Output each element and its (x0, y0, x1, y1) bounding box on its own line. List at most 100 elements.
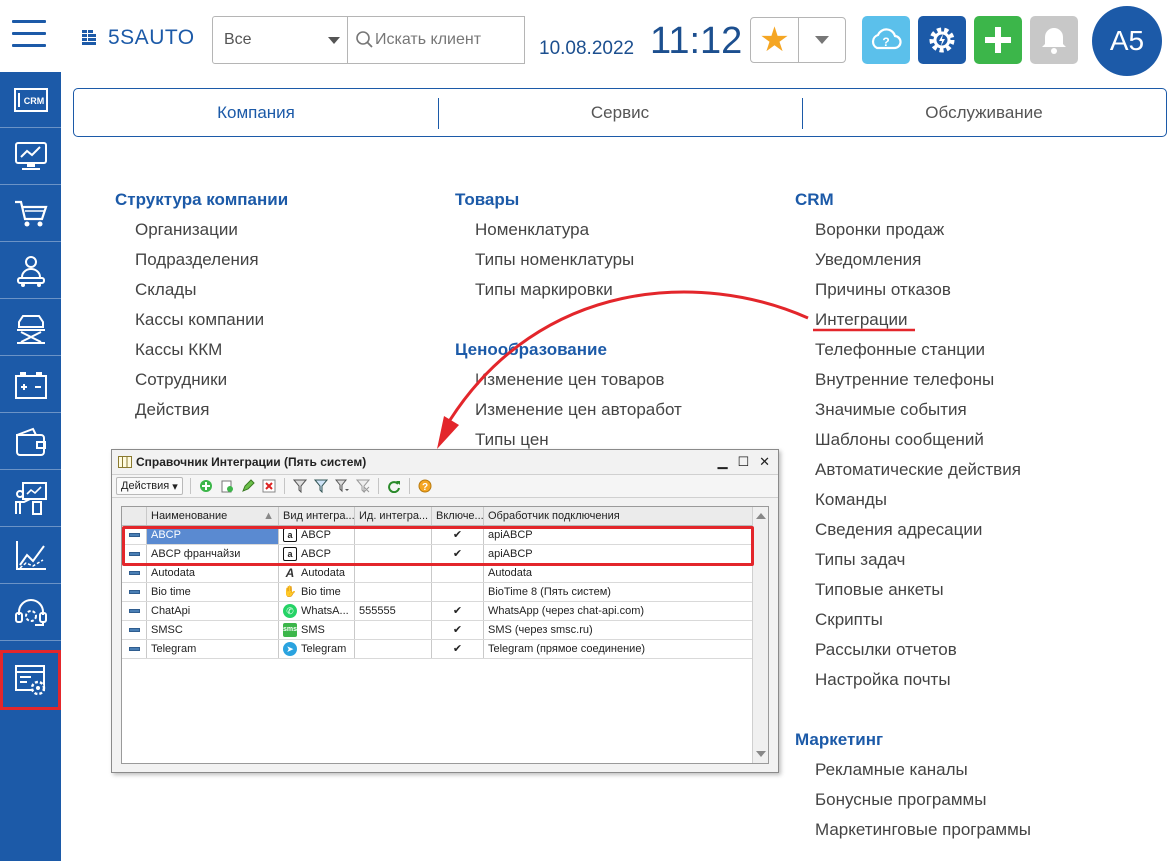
filter-value-icon[interactable] (313, 478, 329, 494)
menu-link[interactable]: Маркетинговые программы (795, 820, 1031, 850)
favorites-dropdown[interactable] (799, 18, 845, 62)
sidebar-item-crm[interactable]: CRM (0, 72, 61, 128)
menu-link[interactable]: Шаблоны сообщений (795, 430, 1031, 460)
filter-list-icon[interactable] (292, 478, 308, 494)
menu-link[interactable]: Номенклатура (455, 220, 682, 250)
star-icon[interactable]: ★ (751, 18, 799, 62)
filter-select[interactable]: Все (212, 16, 348, 64)
menu-link[interactable]: Типы номенклатуры (455, 250, 682, 280)
menu-link[interactable]: Изменение цен товаров (455, 370, 682, 400)
settings-button[interactable] (918, 16, 966, 64)
column-header[interactable]: Вид интегра... (279, 507, 355, 525)
main-menu-button[interactable] (12, 20, 46, 48)
filter-menu-icon[interactable] (334, 478, 350, 494)
close-icon[interactable]: ✕ (759, 454, 770, 470)
clear-filter-icon[interactable] (355, 478, 371, 494)
menu-link[interactable]: Типы задач (795, 550, 1031, 580)
sidebar-item-parts[interactable] (0, 357, 61, 413)
column-header[interactable]: Ид. интегра... (355, 507, 432, 525)
menu-column-crm: CRM Воронки продаж Уведомления Причины о… (795, 190, 1031, 850)
menu-link[interactable]: Организации (115, 220, 288, 250)
sidebar-item-dashboard[interactable] (0, 129, 61, 185)
table-row[interactable]: Telegram ➤ Telegram ✔ Telegram (прямое с… (122, 640, 768, 659)
add-button[interactable] (974, 16, 1022, 64)
menu-link[interactable]: Телефонные станции (795, 340, 1031, 370)
menu-link[interactable]: Причины отказов (795, 280, 1031, 310)
sidebar-item-lift[interactable] (0, 300, 61, 356)
sidebar-item-support[interactable] (0, 585, 61, 641)
menu-link-integrations[interactable]: Интеграции (795, 310, 1031, 340)
search-icon (356, 31, 373, 48)
menu-link[interactable]: Рассылки отчетов (795, 640, 1031, 670)
app-logo[interactable]: 5SAUTO (82, 26, 195, 50)
tab-service[interactable]: Сервис (438, 89, 802, 136)
menu-link[interactable]: Подразделения (115, 250, 288, 280)
menu-link[interactable]: Типовые анкеты (795, 580, 1031, 610)
table-header: Наименование ▲ Вид интегра... Ид. интегра… (122, 507, 768, 526)
table-row[interactable]: SMSC sms SMS ✔ SMS (через smsc.ru) (122, 621, 768, 640)
copy-icon[interactable] (219, 478, 235, 494)
menu-link[interactable]: Сотрудники (115, 370, 288, 400)
notifications-button[interactable] (1030, 16, 1078, 64)
logo-icon (82, 30, 96, 45)
column-header[interactable]: Наименование ▲ (147, 507, 279, 525)
refresh-icon[interactable] (386, 478, 402, 494)
chart-line-icon (15, 540, 46, 570)
tab-company[interactable]: Компания (74, 89, 438, 136)
edit-icon[interactable] (240, 478, 256, 494)
user-avatar[interactable]: A5 (1092, 6, 1162, 76)
row-name: Telegram (147, 640, 279, 658)
row-marker (122, 602, 147, 620)
tab-maintenance[interactable]: Обслуживание (802, 89, 1166, 136)
scroll-down-icon[interactable] (756, 751, 766, 757)
menu-link[interactable]: Воронки продаж (795, 220, 1031, 250)
actions-menu-button[interactable]: Действия ▾ (116, 477, 183, 495)
vertical-scrollbar[interactable] (752, 507, 768, 763)
table-row[interactable]: Bio time ✋ Bio time BioTime 8 (Пять сист… (122, 583, 768, 602)
menu-link[interactable]: Склады (115, 280, 288, 310)
menu-link[interactable]: Настройка почты (795, 670, 1031, 700)
scroll-up-icon[interactable] (756, 513, 766, 519)
search-input[interactable] (375, 31, 515, 49)
menu-link[interactable]: Кассы компании (115, 310, 288, 340)
help-button[interactable]: ? (862, 16, 910, 64)
client-search[interactable] (347, 16, 525, 64)
minimize-icon[interactable]: ▁ (717, 454, 727, 470)
menu-link[interactable]: Внутренние телефоны (795, 370, 1031, 400)
sidebar-item-sales[interactable] (0, 186, 61, 242)
delete-icon[interactable] (261, 478, 277, 494)
add-icon[interactable] (198, 478, 214, 494)
menu-link[interactable]: Бонусные программы (795, 790, 1031, 820)
table-row[interactable]: Autodata A Autodata Autodata (122, 564, 768, 583)
menu-link[interactable]: Уведомления (795, 250, 1031, 280)
row-id (355, 640, 432, 658)
svg-text:CRM: CRM (23, 96, 44, 106)
row-enabled: ✔ (432, 602, 484, 620)
menu-link[interactable]: Действия (115, 400, 288, 430)
current-date: 10.08.2022 (539, 38, 635, 59)
menu-link[interactable]: Скрипты (795, 610, 1031, 640)
favorites-button[interactable]: ★ (750, 17, 846, 63)
column-header[interactable]: Включе... (432, 507, 484, 525)
menu-column-structure: Структура компании Организации Подраздел… (115, 190, 288, 430)
menu-link[interactable]: Сведения адресации (795, 520, 1031, 550)
svg-text:?: ? (882, 35, 889, 49)
table-row[interactable]: ChatApi ✆ WhatsA... 555555 ✔ WhatsApp (ч… (122, 602, 768, 621)
sidebar-item-settings[interactable] (0, 650, 61, 710)
menu-link[interactable]: Кассы ККМ (115, 340, 288, 370)
menu-link[interactable]: Команды (795, 490, 1031, 520)
menu-link[interactable]: Рекламные каналы (795, 760, 1031, 790)
maximize-icon[interactable]: ☐ (737, 454, 749, 470)
menu-link[interactable]: Изменение цен авторабот (455, 400, 682, 430)
section-tabs: Компания Сервис Обслуживание (73, 88, 1167, 137)
sidebar-item-service[interactable] (0, 243, 61, 299)
column-header[interactable]: Обработчик подключения (484, 507, 752, 525)
menu-link[interactable]: Автоматические действия (795, 460, 1031, 490)
sidebar-item-finance[interactable] (0, 414, 61, 470)
menu-link[interactable]: Типы маркировки (455, 280, 682, 310)
sidebar-item-reports[interactable] (0, 471, 61, 527)
menu-link[interactable]: Значимые события (795, 400, 1031, 430)
sidebar-item-analytics[interactable] (0, 528, 61, 584)
help-icon[interactable]: ? (417, 478, 433, 494)
current-time: 11:12 (650, 20, 743, 62)
